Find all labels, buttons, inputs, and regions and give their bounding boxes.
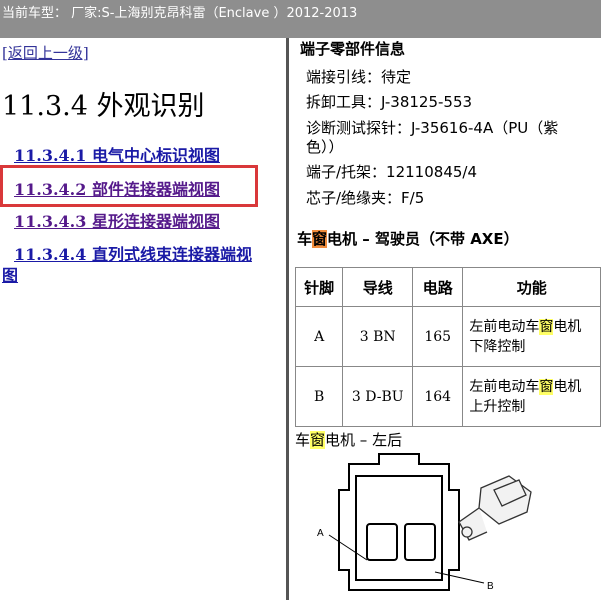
vehicle-title: 当前车型： 厂家:S-上海别克昂科雷（Enclave ）2012-2013 [2,6,358,21]
connector-heading: 车窗电机 – 驾驶员（不带 AXE） [297,230,519,248]
wire-cell: 3 D-BU [342,366,414,427]
info-line: 色）） [306,138,344,156]
connector-thumbnail-icon [458,475,532,541]
info-line: 拆卸工具：J-38125-553 [306,93,473,111]
circuit-cell: 165 [412,306,464,367]
info-line: 芯子/绝缘夹：F/5 [306,189,425,207]
connector-end-view-diagram: A B [317,453,532,592]
selection-highlight-box [0,165,258,207]
toc-link-star-connector[interactable]: 11.3.4.3 星形连接器端视图 [14,208,220,232]
toc-link-inline-harness[interactable]: 11.3.4.4 直列式线束连接器端视 [14,241,252,265]
table-header-row: 针脚 导线 电路 功能 [294,267,601,307]
toc-panel: [返回上一级] 11.3.4 外观识别 11.3.4.1 电气中心标识视图 11… [0,38,286,600]
table-row: A 3 BN 165 左前电动车窗电机 下降控制 [294,306,601,367]
circuit-cell: 164 [412,366,464,427]
table-row: B 3 D-BU 164 左前电动车窗电机 上升控制 [294,366,601,427]
section-title: 11.3.4 外观识别 [2,91,205,122]
header-pin: 针脚 [294,267,344,307]
info-line: 端接引线：待定 [306,68,412,86]
function-cell: 左前电动车窗电机 上升控制 [462,366,601,427]
header-wire: 导线 [342,267,414,307]
diagram-caption: 车窗电机 – 左后 [295,431,403,449]
part-info-title: 端子零部件信息 [300,40,406,58]
pin-cell: B [294,366,344,427]
leader-line-a [328,534,368,561]
content-panel: 端子零部件信息 端接引线：待定 拆卸工具：J-38125-553 诊断测试探针：… [289,38,601,600]
pin-table: 针脚 导线 电路 功能 A 3 BN 165 左前电动车窗电机 下降控制 B 3 … [294,267,601,427]
title-bar: 当前车型： 厂家:S-上海别克昂科雷（Enclave ）2012-2013 [0,0,601,38]
back-link[interactable]: [返回上一级] [2,42,89,63]
cavity-a [366,523,398,561]
toc-link-inline-harness-cont[interactable]: 图 [2,262,18,286]
cavity-b [404,523,436,561]
header-function: 功能 [462,267,601,307]
label-a: A [317,528,324,539]
info-line: 诊断测试探针：J-35616-4A（PU（紫 [306,119,559,137]
header-circuit: 电路 [412,267,464,307]
pin-cell: A [294,306,344,367]
info-line: 端子/托架：12110845/4 [306,163,477,181]
toc-link-electrical-center[interactable]: 11.3.4.1 电气中心标识视图 [14,142,220,166]
label-b: B [487,581,494,592]
connector-inner-housing [355,475,443,581]
function-cell: 左前电动车窗电机 下降控制 [462,306,601,367]
wire-cell: 3 BN [342,306,414,367]
